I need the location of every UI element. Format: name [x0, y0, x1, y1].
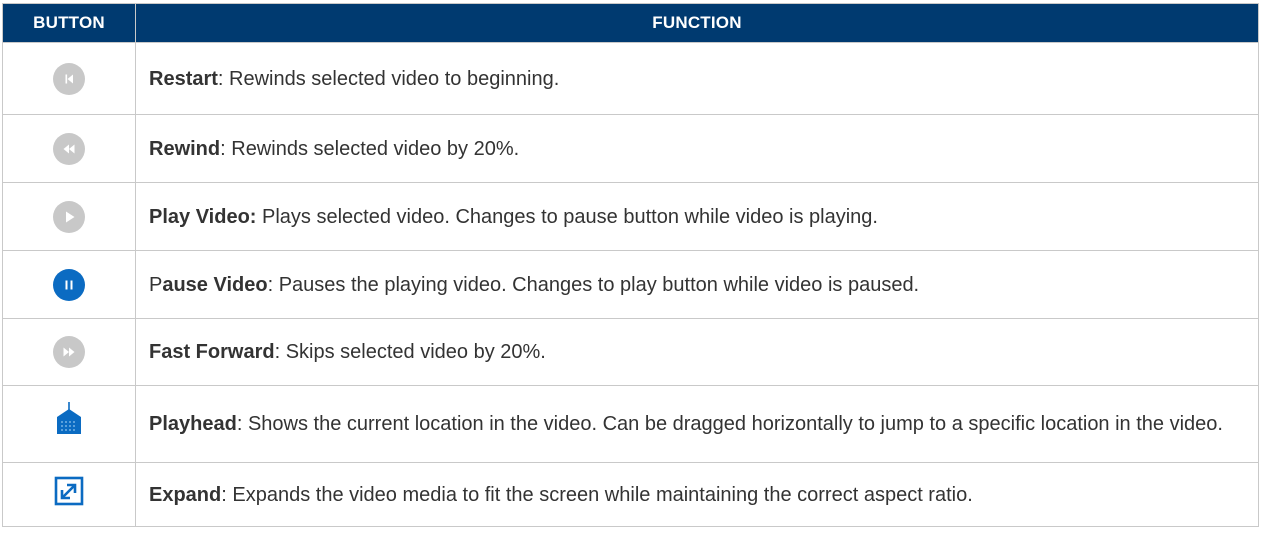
icon-cell — [2, 250, 136, 319]
header-button: BUTTON — [2, 3, 136, 43]
button-name: Expand — [149, 483, 222, 506]
function-cell: Restart: Rewinds selected video to begin… — [135, 42, 1259, 115]
pause-icon — [53, 268, 85, 301]
function-cell: Play Video: Plays selected video. Change… — [135, 182, 1259, 251]
function-cell: Playhead: Shows the current location in … — [135, 385, 1259, 463]
button-description: Rewinds selected video to beginning. — [223, 67, 560, 90]
restart-icon — [53, 62, 85, 95]
fast-forward-icon — [53, 336, 85, 368]
button-description: Skips selected video by 20%. — [280, 341, 546, 363]
header-function: FUNCTION — [135, 3, 1259, 43]
button-description: Expands the video media to fit the scree… — [226, 483, 973, 506]
table-row: Restart: Rewinds selected video to begin… — [2, 42, 1259, 115]
button-name: Rewind — [149, 137, 221, 160]
button-description: Rewinds selected video by 20%. — [225, 137, 520, 160]
rewind-icon — [53, 132, 85, 165]
button-description: Plays selected video. Changes to pause b… — [256, 205, 878, 228]
play-icon — [53, 200, 85, 233]
button-name: Restart — [149, 67, 218, 90]
button-name-prefix: P — [149, 273, 163, 296]
icon-cell — [2, 42, 136, 115]
table-row: Play Video: Plays selected video. Change… — [2, 182, 1259, 251]
button-name: Fast Forward — [149, 341, 275, 363]
table-header-row: BUTTON FUNCTION — [2, 3, 1259, 43]
playhead-icon — [53, 402, 85, 446]
icon-cell — [2, 182, 136, 251]
function-cell: Fast Forward: Skips selected video by 20… — [135, 318, 1259, 386]
icon-cell — [2, 318, 136, 386]
table-row: Pause Video: Pauses the playing video. C… — [2, 250, 1259, 319]
icon-cell — [2, 385, 136, 463]
table-row: Expand: Expands the video media to fit t… — [2, 462, 1259, 527]
button-name: Playhead — [149, 413, 237, 435]
button-name: Play Video: — [149, 205, 257, 228]
icon-cell — [2, 462, 136, 527]
button-name: ause Video — [162, 273, 268, 296]
function-cell: Expand: Expands the video media to fit t… — [135, 462, 1259, 527]
table-row: Rewind: Rewinds selected video by 20%. — [2, 114, 1259, 183]
button-description: Shows the current location in the video.… — [242, 413, 1223, 435]
table-row: Fast Forward: Skips selected video by 20… — [2, 318, 1259, 386]
function-cell: Rewind: Rewinds selected video by 20%. — [135, 114, 1259, 183]
button-description: Pauses the playing video. Changes to pla… — [273, 273, 920, 296]
expand-icon — [54, 476, 84, 514]
icon-cell — [2, 114, 136, 183]
button-reference-table: BUTTON FUNCTION Restart: Rewinds selecte… — [2, 3, 1259, 527]
table-row: Playhead: Shows the current location in … — [2, 385, 1259, 463]
function-cell: Pause Video: Pauses the playing video. C… — [135, 250, 1259, 319]
